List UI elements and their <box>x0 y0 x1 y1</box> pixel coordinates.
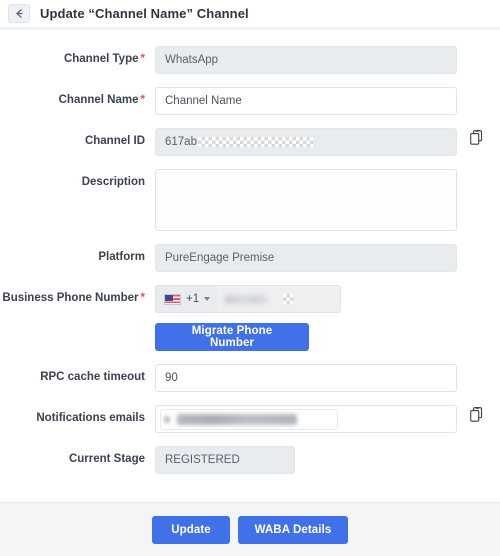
form-row-channel-type: Channel Type * WhatsApp <box>0 46 500 74</box>
copy-channel-id-button[interactable] <box>468 128 484 146</box>
phone-redaction-checker <box>283 293 295 305</box>
field-cell-notifications-emails <box>155 405 500 433</box>
form-row-migrate-phone: Migrate Phone Number <box>0 323 500 351</box>
back-button[interactable] <box>8 4 30 23</box>
form-row-platform: Platform PureEngage Premise <box>0 244 500 272</box>
channel-id-input[interactable]: 617ab <box>155 128 457 156</box>
page-title: Update “Channel Name” Channel <box>40 6 249 21</box>
migrate-phone-number-button[interactable]: Migrate Phone Number <box>155 323 309 351</box>
label-text: Business Phone Number <box>2 292 139 304</box>
rpc-cache-timeout-input[interactable]: 90 <box>155 364 457 392</box>
field-cell-current-stage: REGISTERED <box>155 446 500 474</box>
country-code-label: +1 <box>186 293 200 305</box>
form-row-channel-id: Channel ID 617ab <box>0 128 500 156</box>
label-rpc-cache-timeout: RPC cache timeout <box>0 364 155 384</box>
copy-icon <box>469 406 483 427</box>
label-current-stage: Current Stage <box>0 446 155 466</box>
channel-id-value: 617ab <box>165 136 197 148</box>
label-text: Description <box>81 176 145 188</box>
label-text: Platform <box>98 251 145 263</box>
label-text: Notifications emails <box>36 412 145 424</box>
waba-details-button[interactable]: WABA Details <box>238 515 348 544</box>
form-row-channel-name: Channel Name * Channel Name <box>0 87 500 115</box>
required-marker: * <box>140 292 145 304</box>
channel-type-input[interactable]: WhatsApp <box>155 46 457 74</box>
field-cell-channel-id: 617ab <box>155 128 500 156</box>
platform-input[interactable]: PureEngage Premise <box>155 244 457 272</box>
label-text: Current Stage <box>68 453 145 465</box>
update-button[interactable]: Update <box>152 515 230 544</box>
copy-icon <box>469 129 483 150</box>
description-textarea[interactable] <box>155 169 457 231</box>
channel-id-redaction <box>197 136 313 148</box>
page-header: Update “Channel Name” Channel <box>0 0 500 27</box>
business-phone-input[interactable] <box>217 286 340 312</box>
update-channel-page: Update “Channel Name” Channel Channel Ty… <box>0 0 500 556</box>
field-cell-description <box>155 169 500 231</box>
arrow-left-icon <box>14 8 25 19</box>
field-cell-business-phone: +1 <box>155 285 500 313</box>
field-cell-channel-name: Channel Name <box>155 87 500 115</box>
label-text: Channel Type <box>63 53 139 65</box>
field-cell-platform: PureEngage Premise <box>155 244 500 272</box>
phone-redaction <box>225 294 270 304</box>
label-text: RPC cache timeout <box>40 371 145 383</box>
us-flag-icon <box>164 293 181 305</box>
business-phone-group[interactable]: +1 <box>155 285 341 313</box>
label-migrate-spacer <box>0 323 155 329</box>
label-channel-type: Channel Type * <box>0 46 155 66</box>
label-platform: Platform <box>0 244 155 264</box>
copy-notifications-emails-button[interactable] <box>468 405 484 423</box>
label-channel-id: Channel ID <box>0 128 155 148</box>
field-cell-rpc-cache-timeout: 90 <box>155 364 500 392</box>
notifications-emails-input[interactable] <box>155 405 457 433</box>
form-row-description: Description <box>0 169 500 231</box>
label-text: Channel Name <box>58 94 139 106</box>
channel-form: Channel Type * WhatsApp Channel Name * Cha… <box>0 30 500 502</box>
label-notifications-emails: Notifications emails <box>0 405 155 425</box>
form-row-notifications-emails: Notifications emails <box>0 405 500 433</box>
form-row-current-stage: Current Stage REGISTERED <box>0 446 500 474</box>
country-code-selector[interactable]: +1 <box>156 286 218 312</box>
label-channel-name: Channel Name * <box>0 87 155 107</box>
channel-name-input[interactable]: Channel Name <box>155 87 457 115</box>
required-marker: * <box>140 94 145 106</box>
label-business-phone: Business Phone Number * <box>0 285 155 305</box>
label-description: Description <box>0 169 155 189</box>
current-stage-input[interactable]: REGISTERED <box>155 446 295 474</box>
chevron-down-icon <box>204 297 211 301</box>
notifications-emails-redaction <box>164 413 329 426</box>
field-cell-channel-type: WhatsApp <box>155 46 500 74</box>
form-row-rpc-cache-timeout: RPC cache timeout 90 <box>0 364 500 392</box>
field-cell-migrate-phone: Migrate Phone Number <box>155 323 500 351</box>
form-row-business-phone: Business Phone Number * +1 <box>0 285 500 313</box>
label-text: Channel ID <box>84 135 145 147</box>
page-footer: Update WABA Details <box>0 502 500 556</box>
required-marker: * <box>140 53 145 65</box>
